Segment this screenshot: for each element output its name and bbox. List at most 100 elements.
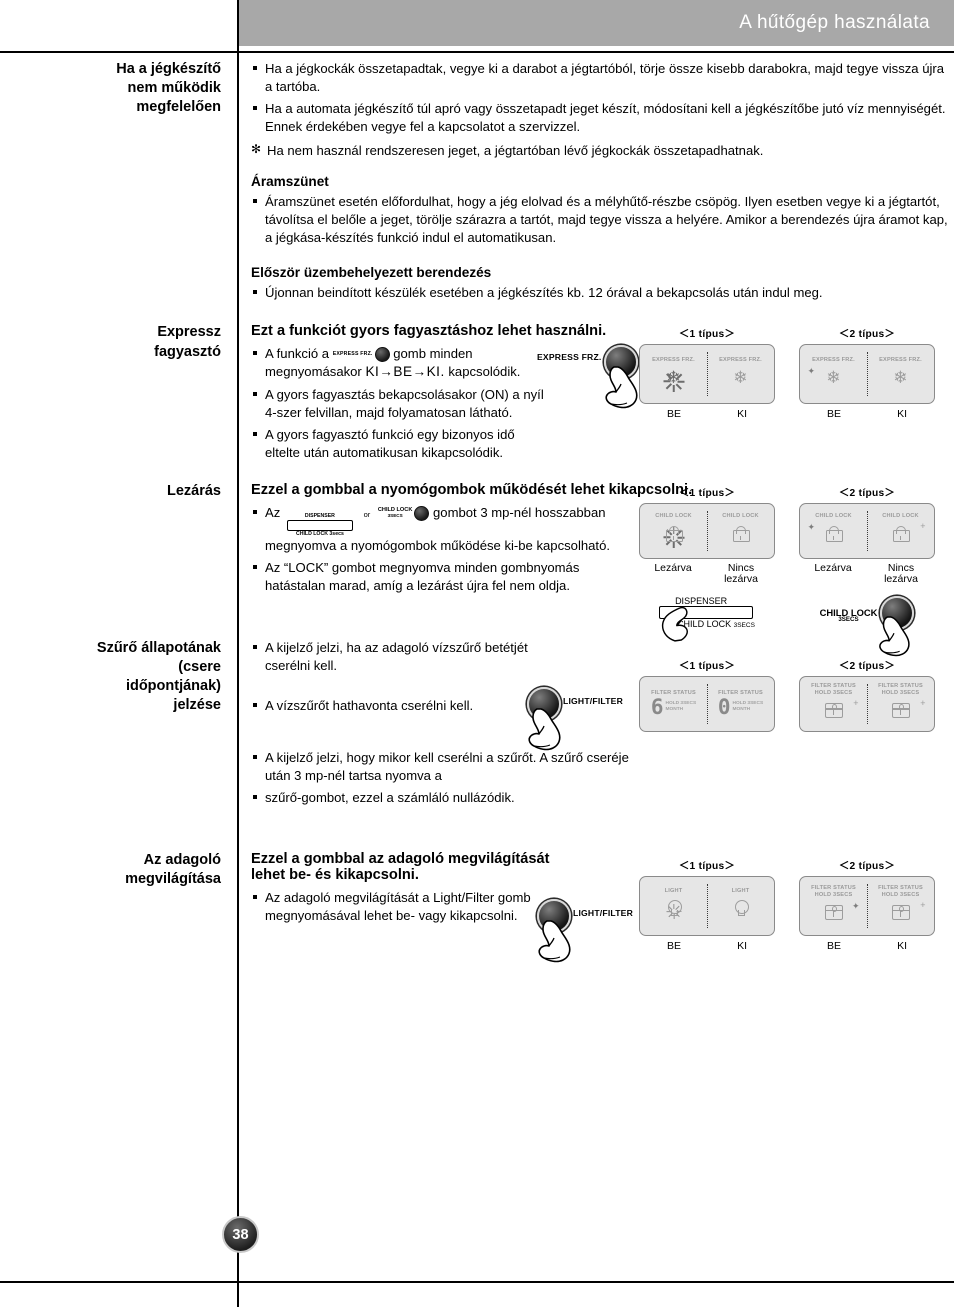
list-item: Ha a jégkockák összetapadtak, vegye ki a…: [251, 60, 954, 96]
hold-label: HOLD 3SECS: [732, 701, 764, 707]
section-filter-status: Szűrő állapotának (csere időpontjának) j…: [0, 639, 954, 811]
figure-type2: ＜2 típus＞ FILTER STATUS HOLD 3SECS ✦ FIL…: [796, 857, 938, 952]
child-lock-label-sub: 3SECS: [387, 512, 403, 518]
list-item: Újonnan beindított készülék esetében a j…: [251, 284, 954, 302]
state-locked-label: Lezárva: [654, 561, 692, 574]
or-label: or: [363, 509, 371, 519]
section-body-dispenser-light: Ezzel a gombbal az adagoló megvilágításá…: [237, 851, 954, 962]
dispenser-button: DISPENSER CHILD LOCK 3SECS: [657, 596, 755, 642]
counter-digit: 0: [717, 694, 731, 719]
panel-label: FILTER STATUS HOLD 3SECS: [811, 884, 856, 898]
state-unlocked-label: Nincs lezárva: [884, 561, 918, 586]
panel-light-off: LIGHT: [707, 877, 774, 935]
section-heading-express-freeze: Expressz fagyasztó: [154, 324, 221, 360]
figure-caption: ＜1 típus＞: [679, 487, 735, 499]
dispenser-inline-top-label: DISPENSER: [304, 512, 335, 519]
bottom-rule: [0, 1281, 954, 1283]
panel-label: LIGHT: [731, 888, 750, 895]
state-off-label: KI: [897, 408, 907, 421]
panel-filter-icon-left: FILTER STATUS HOLD 3SECS +: [800, 677, 867, 731]
figure-state-captions: BE KI: [639, 940, 775, 952]
state-on-label: BE: [827, 939, 842, 952]
display-panel: CHILD LOCK CHILD LOCK: [639, 502, 775, 559]
panel-label: EXPRESS FRZ.: [652, 356, 695, 363]
note-item: Ha nem használ rendszeresen jeget, a jég…: [251, 141, 954, 160]
hold-label: HOLD 3SECS: [665, 701, 697, 707]
figure-caption: ＜2 típus＞: [839, 660, 895, 672]
filter-press-illustration: LIGHT/FILTER: [527, 686, 623, 751]
filter-icon-wrap: +: [884, 697, 926, 725]
dispenser-press-illustration: DISPENSER CHILD LOCK 3SECS: [636, 596, 778, 642]
figure-state-captions: Lezárva Nincs lezárva: [639, 561, 775, 587]
figure-type2: ＜2 típus＞ CHILD LOCK ✦ CHILD LOCK + Lezá…: [796, 484, 938, 587]
bullet-list: A funkció a EXPRESS FRZ. gomb minden meg…: [251, 345, 551, 461]
snowflake-icon: ❄: [666, 368, 681, 388]
panel-state-on: EXPRESS FRZ. ❄: [640, 345, 707, 403]
snowflake-icon: ❄: [826, 368, 841, 388]
water-filter-icon: [824, 703, 843, 719]
top-rule: [0, 51, 954, 53]
figure-type1: ＜1 típus＞ LIGHT LIGHT BE KI: [636, 857, 778, 952]
section-express-freeze: Expressz fagyasztó Ezt a funkciót gyors …: [0, 323, 954, 465]
lock-icon-active: ✦: [808, 520, 851, 548]
hand-icon: [657, 601, 691, 642]
figure-caption: ＜1 típus＞: [679, 329, 735, 341]
panel-label: LIGHT: [664, 888, 683, 895]
dispenser-bar-icon: [286, 519, 353, 531]
snowflake-icon-inactive: ❄: [724, 364, 758, 392]
panel-label: EXPRESS FRZ.: [879, 356, 922, 363]
child-lock-button: CHILD LOCK 3SECS: [820, 596, 915, 657]
panel-label: FILTER STATUS HOLD 3SECS: [878, 884, 923, 898]
child-lock-inline-button: CHILD LOCK 3SECS: [378, 505, 430, 521]
figure-type2: ＜2 típus＞ EXPRESS FRZ. ✦ ❄ EXPRESS FRZ. …: [796, 325, 938, 420]
display-panel: FILTER STATUS HOLD 3SECS + FILTER STATUS…: [799, 675, 935, 732]
lock-icon-inactive: [724, 520, 758, 548]
plus-icon: +: [920, 697, 926, 708]
bulb-icon-active: [657, 895, 691, 923]
counter-meta: HOLD 3SECS MONTH: [733, 701, 764, 713]
snowflake-icon: ❄: [893, 368, 908, 388]
page-content: Ha a jégkészítő nem működik megfelelően …: [0, 60, 954, 962]
filter-icon-inactive: +: [884, 899, 926, 927]
dispenser-inline-bottom-label: CHILD LOCK 3secs: [295, 530, 344, 537]
sparkle-icon: ✦: [807, 522, 816, 533]
manual-page: A hűtőgép használata Ha a jégkészítő nem…: [0, 0, 954, 1307]
bullet-list: Áramszünet esetén előfordulhat, hogy a j…: [251, 193, 954, 247]
filter-counter-display: 6 HOLD 3SECS MONTH: [651, 696, 697, 718]
list-item: A gyors fagyasztó funkció egy bizonyos i…: [251, 426, 551, 462]
bullet-list: Újonnan beindított készülék esetében a j…: [251, 284, 954, 302]
list-item: A gyors fagyasztás bekapcsolásakor (ON) …: [251, 386, 551, 422]
subheading-power-outage: Áramszünet: [251, 173, 329, 189]
section-heading-child-lock: Lezárás: [166, 482, 221, 499]
express-figure-group: ＜1 típus＞ EXPRESS FRZ. ❄ EXPRESS FRZ. ❄ …: [636, 325, 954, 420]
figure-state-captions: BE KI: [639, 408, 775, 420]
light-bulb-icon: [666, 900, 682, 918]
state-off-label: KI: [897, 939, 907, 952]
list-item: Ha a automata jégkészítő túl apró vagy ö…: [251, 100, 954, 136]
state-unlocked-label: Nincs lezárva: [724, 561, 758, 586]
snowflake-icon-inactive: ❄: [884, 364, 918, 392]
figure-state-captions: Lezárva Nincs lezárva: [799, 561, 935, 587]
display-panel: CHILD LOCK ✦ CHILD LOCK +: [799, 502, 935, 559]
lock-icon: [893, 526, 910, 543]
section-child-lock: Lezárás Ezzel a gombbal a nyomógombok mű…: [0, 482, 954, 657]
lock-figure-group: ＜1 típus＞ CHILD LOCK CHILD LOCK Lezárva …: [636, 484, 954, 657]
panel-label: CHILD LOCK: [655, 513, 692, 520]
list-item: Áramszünet esetén előfordulhat, hogy a j…: [251, 193, 954, 247]
snowflake-icon: ❄: [733, 368, 748, 388]
sparkle-icon: ✦: [807, 365, 816, 376]
figure-caption: ＜2 típus＞: [839, 860, 895, 872]
month-label: MONTH: [732, 707, 751, 713]
hand-icon: [533, 919, 571, 962]
child-lock-press-label: CHILD LOCK 3SECS: [820, 607, 878, 624]
section-body-icemaker: Ha a jégkockák összetapadtak, vegye ki a…: [237, 60, 954, 305]
hand-icon: [523, 707, 561, 751]
knob-icon: [414, 505, 430, 521]
list-item: A kijelző jelzi, hogy mikor kell cseréln…: [251, 749, 631, 785]
express-press-label: EXPRESS FRZ.: [537, 352, 602, 363]
page-title: A hűtőgép használata: [739, 12, 930, 33]
panel-filter-counter-0: FILTER STATUS 0 HOLD 3SECS MONTH: [707, 677, 774, 731]
state-off-label: KI: [737, 939, 747, 952]
panel-label: FILTER STATUS HOLD 3SECS: [811, 682, 856, 696]
list-item: A kijelző jelzi, ha az adagoló vízszűrő …: [251, 639, 551, 675]
